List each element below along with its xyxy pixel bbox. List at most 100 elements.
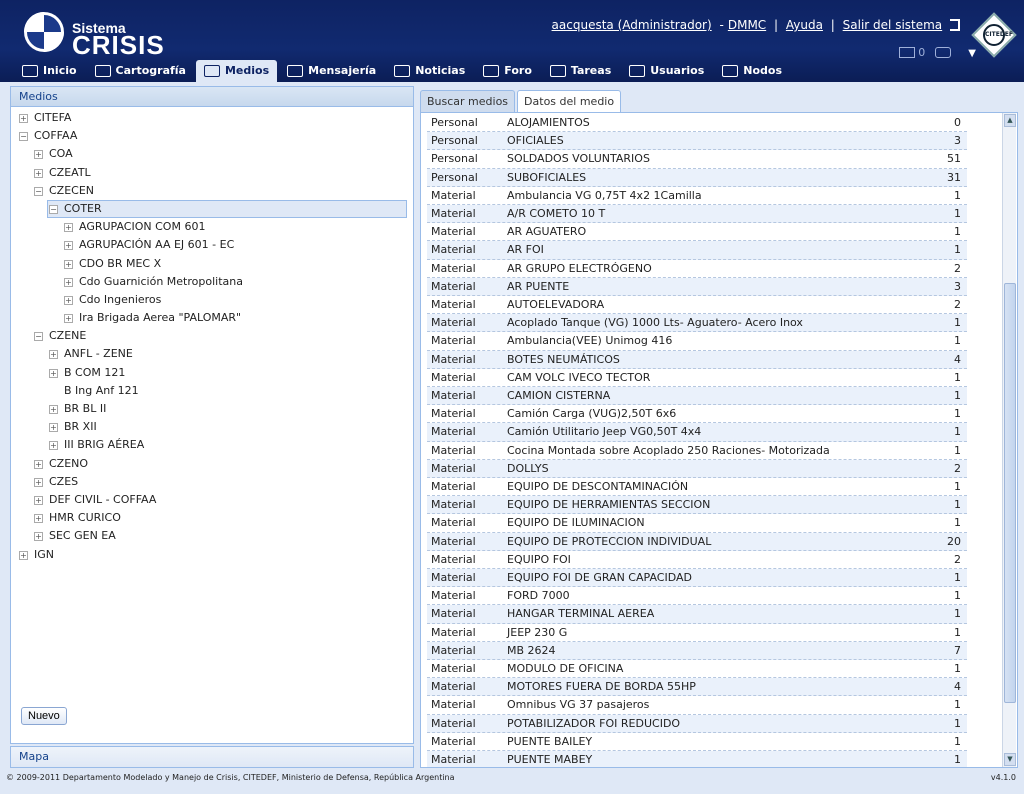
- tree-node-label[interactable]: III BRIG AÉREA: [64, 436, 144, 454]
- tree-node-label[interactable]: HMR CURICO: [49, 509, 121, 527]
- expand-icon[interactable]: +: [64, 277, 73, 287]
- tree-node-label[interactable]: AGRUPACION COM 601: [79, 218, 205, 236]
- tree-node[interactable]: − COFFAA: [11, 127, 413, 145]
- tree-node-label[interactable]: Ira Brigada Aerea "PALOMAR": [79, 309, 241, 327]
- tree-node-label[interactable]: COA: [49, 145, 73, 163]
- tree-node[interactable]: + COA: [11, 145, 413, 163]
- expand-icon[interactable]: +: [49, 441, 58, 451]
- table-row[interactable]: Material Omnibus VG 37 pasajeros 1: [427, 696, 967, 715]
- tree-node[interactable]: + B COM 121: [11, 364, 413, 382]
- tree-node[interactable]: − CZENE: [11, 327, 413, 345]
- tree-node[interactable]: + AGRUPACIÓN AA EJ 601 - EC: [11, 236, 413, 254]
- tree-node[interactable]: + CDO BR MEC X: [11, 255, 413, 273]
- table-row[interactable]: Material Cocina Montada sobre Acoplado 25…: [427, 442, 967, 460]
- tree-node-label[interactable]: CDO BR MEC X: [79, 255, 161, 273]
- tree-node[interactable]: + CITEFA: [11, 109, 413, 127]
- scroll-down-icon[interactable]: ▼: [1004, 753, 1016, 766]
- table-row[interactable]: Material MB 2624 7: [427, 641, 967, 660]
- table-row[interactable]: Personal SUBOFICIALES 31: [427, 168, 967, 187]
- table-row[interactable]: Material AUTOELEVADORA 2: [427, 296, 967, 315]
- table-row[interactable]: Material MODULO DE OFICINA 1: [427, 660, 967, 679]
- mail-icon[interactable]: [898, 47, 915, 58]
- scroll-thumb[interactable]: [1004, 283, 1016, 703]
- nav-tab-mensajeria[interactable]: Mensajería: [279, 60, 384, 82]
- tree-node-label[interactable]: BR XII: [64, 418, 97, 436]
- expand-icon[interactable]: +: [34, 477, 43, 487]
- collapse-icon[interactable]: −: [49, 204, 58, 214]
- table-row[interactable]: Material PUENTE MABEY 1: [427, 751, 967, 767]
- expand-icon[interactable]: +: [64, 241, 73, 251]
- expand-icon[interactable]: +: [34, 150, 43, 160]
- tree-node-label[interactable]: BR BL II: [64, 400, 106, 418]
- chevron-down-icon[interactable]: ▼: [968, 48, 976, 59]
- table-row[interactable]: Personal ALOJAMIENTOS 0: [427, 114, 967, 133]
- tree-node-label[interactable]: DEF CIVIL - COFFAA: [49, 491, 156, 509]
- tree-node-label[interactable]: CZECEN: [49, 182, 94, 200]
- tree-node[interactable]: + DEF CIVIL - COFFAA: [11, 491, 413, 509]
- nav-tab-noticias[interactable]: Noticias: [386, 60, 473, 82]
- help-link[interactable]: Ayuda: [786, 18, 823, 32]
- tab-search[interactable]: Buscar medios: [420, 90, 516, 112]
- expand-icon[interactable]: +: [34, 495, 43, 505]
- tree-node-label[interactable]: CZES: [49, 473, 78, 491]
- org-link[interactable]: DMMC: [728, 18, 766, 32]
- tree-node[interactable]: + CZEATL: [11, 164, 413, 182]
- table-row[interactable]: Material POTABILIZADOR FOI REDUCIDO 1: [427, 714, 967, 733]
- table-row[interactable]: Personal SOLDADOS VOLUNTARIOS 51: [427, 150, 967, 169]
- tree-node-label[interactable]: CITEFA: [34, 109, 71, 127]
- tree-node[interactable]: + BR BL II: [11, 400, 413, 418]
- tree-node-label[interactable]: ANFL - ZENE: [64, 345, 133, 363]
- nav-tab-foro[interactable]: Foro: [475, 60, 540, 82]
- table-row[interactable]: Material EQUIPO DE DESCONTAMINACIÓN 1: [427, 478, 967, 497]
- tree-node-label[interactable]: COFFAA: [34, 127, 77, 145]
- expand-icon[interactable]: +: [49, 368, 58, 378]
- tree-node-label[interactable]: SEC GEN EA: [49, 527, 116, 545]
- new-button[interactable]: Nuevo: [21, 707, 67, 725]
- table-row[interactable]: Material PUENTE BAILEY 1: [427, 733, 967, 751]
- table-row[interactable]: Material AR GRUPO ELECTRÓGENO 2: [427, 260, 967, 278]
- tree-node-label[interactable]: COTER: [64, 200, 102, 218]
- tree-node[interactable]: + AGRUPACION COM 601: [11, 218, 413, 236]
- tree-node-label[interactable]: B COM 121: [64, 364, 125, 382]
- expand-icon[interactable]: +: [19, 550, 28, 560]
- table-row[interactable]: Material EQUIPO DE PROTECCION INDIVIDUAL 2…: [427, 532, 967, 551]
- tree-node[interactable]: + Cdo Guarnición Metropolitana: [11, 273, 413, 291]
- logout-link[interactable]: Salir del sistema: [843, 18, 943, 32]
- user-link[interactable]: aacquesta (Administrador): [552, 18, 712, 32]
- expand-icon[interactable]: +: [64, 223, 73, 233]
- table-row[interactable]: Material EQUIPO DE HERRAMIENTAS SECCION 1: [427, 496, 967, 515]
- tree-node[interactable]: + Cdo Ingenieros: [11, 291, 413, 309]
- expand-icon[interactable]: +: [64, 295, 73, 305]
- expand-icon[interactable]: +: [34, 168, 43, 178]
- expand-icon[interactable]: +: [49, 405, 58, 414]
- table-row[interactable]: Material EQUIPO DE ILUMINACION 1: [427, 514, 967, 533]
- expand-icon[interactable]: +: [34, 532, 43, 542]
- table-row[interactable]: Material FORD 7000 1: [427, 587, 967, 606]
- collapse-icon[interactable]: −: [34, 186, 43, 196]
- tree-node[interactable]: B Ing Anf 121: [11, 382, 413, 400]
- table-row[interactable]: Material AR PUENTE 3: [427, 277, 967, 296]
- table-row[interactable]: Material EQUIPO FOI DE GRAN CAPACIDAD 1: [427, 569, 967, 588]
- tree-node[interactable]: + IGN: [11, 546, 413, 564]
- nav-tab-usuarios[interactable]: Usuarios: [621, 60, 712, 82]
- tree-node[interactable]: − CZECEN: [11, 182, 413, 200]
- table-row[interactable]: Material MOTORES FUERA DE BORDA 55HP 4: [427, 678, 967, 697]
- table-row[interactable]: Material Acoplado Tanque (VG) 1000 Lts- A…: [427, 314, 967, 333]
- expand-icon[interactable]: +: [34, 459, 43, 469]
- table-row[interactable]: Material CAMION CISTERNA 1: [427, 387, 967, 406]
- tree-node[interactable]: + III BRIG AÉREA: [11, 436, 413, 454]
- expand-icon[interactable]: +: [64, 259, 73, 269]
- expand-icon[interactable]: +: [49, 423, 58, 433]
- tree-node-label[interactable]: AGRUPACIÓN AA EJ 601 - EC: [79, 236, 234, 254]
- tree-node[interactable]: − COTER: [11, 199, 413, 218]
- collapse-icon[interactable]: −: [34, 332, 43, 342]
- tree-node-label[interactable]: Cdo Ingenieros: [79, 291, 161, 309]
- nav-tab-cartografia[interactable]: Cartografía: [87, 60, 194, 82]
- tree-node-label[interactable]: CZENE: [49, 327, 86, 345]
- tree-node[interactable]: + BR XII: [11, 418, 413, 436]
- collapse-icon[interactable]: −: [19, 132, 28, 142]
- tree-node-label[interactable]: IGN: [34, 546, 54, 564]
- map-panel-header[interactable]: Mapa: [10, 746, 414, 768]
- tree-node[interactable]: + HMR CURICO: [11, 509, 413, 527]
- expand-icon[interactable]: +: [19, 114, 28, 123]
